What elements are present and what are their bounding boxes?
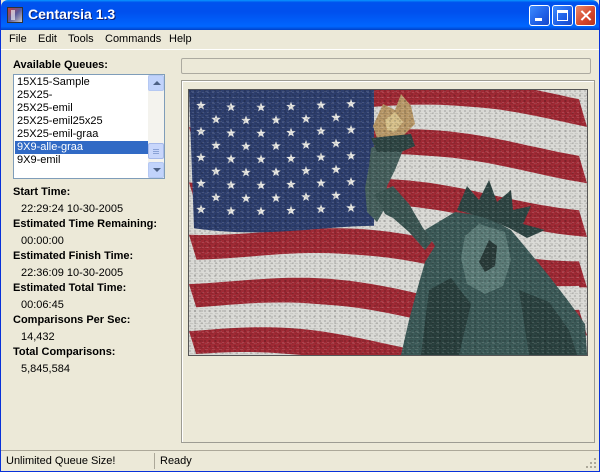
- queue-list-item[interactable]: 9X9-emil: [15, 154, 148, 167]
- scroll-down-icon[interactable]: [148, 162, 164, 178]
- queue-scrollbar[interactable]: [148, 75, 164, 178]
- finish-time-value: 22:36:09 10-30-2005: [21, 267, 124, 279]
- close-icon[interactable]: [575, 5, 596, 26]
- status-message: Ready: [160, 455, 192, 467]
- window-title: Centarsia 1.3: [28, 6, 116, 22]
- app-window: Centarsia 1.3 File Edit Tools Commands H…: [0, 0, 600, 472]
- menu-tools[interactable]: Tools: [68, 33, 94, 45]
- total-comparisons-value: 5,845,584: [21, 363, 70, 375]
- maximize-icon[interactable]: [552, 5, 573, 26]
- menu-bar: File Edit Tools Commands Help: [1, 30, 599, 50]
- available-queues-label: Available Queues:: [13, 59, 108, 71]
- scroll-thumb[interactable]: [148, 143, 164, 159]
- status-queue-size: Unlimited Queue Size!: [3, 453, 155, 469]
- queue-list: 15X15-Sample 25X25- 25X25-emil 25X25-emil25…: [15, 76, 148, 167]
- start-time-value: 22:29:24 10-30-2005: [21, 203, 124, 215]
- menu-help[interactable]: Help: [169, 33, 192, 45]
- mosaic-image: [188, 89, 588, 356]
- start-time-label: Start Time:: [13, 186, 71, 198]
- menu-edit[interactable]: Edit: [38, 33, 57, 45]
- app-icon[interactable]: [7, 7, 23, 23]
- queue-listbox[interactable]: 15X15-Sample 25X25- 25X25-emil 25X25-emil25…: [13, 74, 165, 179]
- queue-list-item[interactable]: 25X25-emil-graa: [15, 128, 148, 141]
- queue-list-item[interactable]: 25X25-emil: [15, 102, 148, 115]
- queue-list-item[interactable]: 9X9-alle-graa: [15, 141, 148, 154]
- total-comparisons-label: Total Comparisons:: [13, 346, 116, 358]
- size-grip-icon[interactable]: [585, 457, 597, 469]
- queue-list-item[interactable]: 25X25-: [15, 89, 148, 102]
- scroll-up-icon[interactable]: [148, 75, 164, 91]
- progress-bar: [181, 58, 591, 74]
- queue-list-item[interactable]: 15X15-Sample: [15, 76, 148, 89]
- menu-file[interactable]: File: [9, 33, 27, 45]
- comparisons-per-sec-value: 14,432: [21, 331, 55, 343]
- total-time-value: 00:06:45: [21, 299, 64, 311]
- time-remaining-label: Estimated Time Remaining:: [13, 218, 158, 230]
- time-remaining-value: 00:00:00: [21, 235, 64, 247]
- queue-list-item[interactable]: 25X25-emil25x25: [15, 115, 148, 128]
- total-time-label: Estimated Total Time:: [13, 282, 127, 294]
- preview-panel: [181, 80, 595, 443]
- status-bar: Unlimited Queue Size! Ready: [1, 450, 599, 471]
- menu-commands[interactable]: Commands: [105, 33, 161, 45]
- title-bar[interactable]: Centarsia 1.3: [1, 0, 599, 30]
- finish-time-label: Estimated Finish Time:: [13, 250, 134, 262]
- minimize-icon[interactable]: [529, 5, 550, 26]
- mosaic-picture: [189, 90, 587, 355]
- comparisons-per-sec-label: Comparisons Per Sec:: [13, 314, 131, 326]
